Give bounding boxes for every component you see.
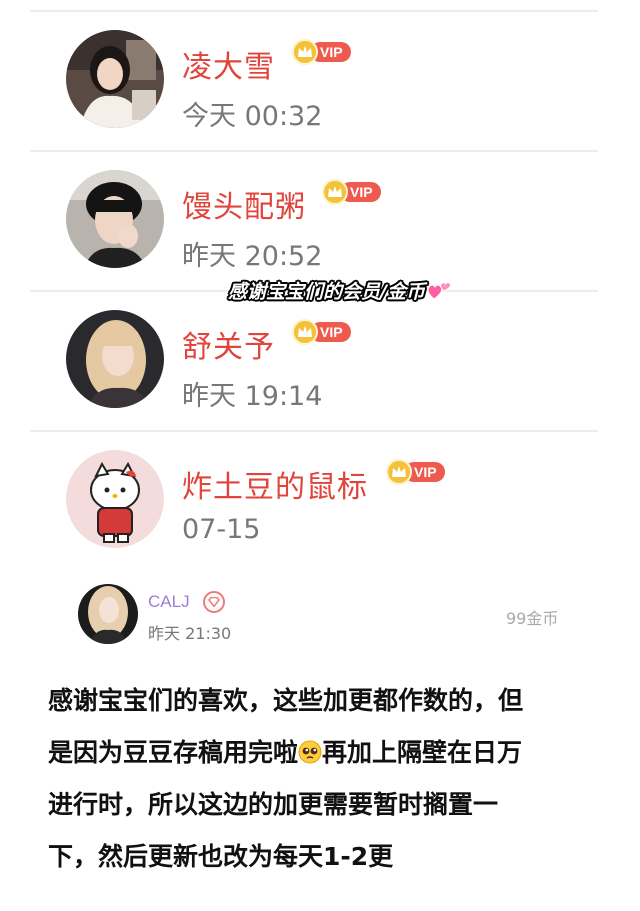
hearts-icon — [427, 279, 453, 306]
divider — [30, 10, 598, 12]
thanks-caption: 感谢宝宝们的会员/金币 — [228, 277, 453, 306]
timestamp: 今天 00:32 — [182, 101, 323, 132]
vip-badge: VIP — [386, 459, 445, 485]
divider — [30, 430, 598, 432]
vip-badge: VIP — [322, 179, 381, 205]
commenter-avatar[interactable] — [78, 584, 138, 644]
member-card-4[interactable]: 炸土豆的鼠标 VIP 07-15 — [30, 430, 598, 570]
username[interactable]: 凌大雪 — [182, 42, 275, 86]
message-line-2a: 是因为豆豆存稿用完啦 — [48, 738, 299, 767]
comment-body: 感谢宝宝们的喜欢，这些加更都作数的，但 是因为豆豆存稿用完啦 再加上隔壁在日万 进… — [48, 675, 608, 883]
message-line-3: 进行时，所以这边的加更需要暂时搁置一 — [48, 790, 499, 819]
username[interactable]: 炸土豆的鼠标 — [182, 462, 368, 506]
avatar[interactable] — [66, 450, 164, 548]
comment-time: 昨天 21:30 — [148, 624, 232, 643]
member-card-1[interactable]: 凌大雪 VIP 今天 00:32 — [30, 10, 598, 150]
caption-text: 感谢宝宝们的会员/金币 — [228, 281, 425, 303]
timestamp: 07-15 — [182, 514, 261, 545]
vip-badge: VIP — [292, 319, 351, 345]
vip-badge: VIP — [292, 39, 351, 65]
crown-icon — [292, 319, 318, 345]
username[interactable]: 舒关予 — [182, 322, 275, 366]
avatar[interactable] — [66, 310, 164, 408]
diamond-badge-icon — [203, 591, 225, 613]
comment-header: CALJ 昨天 21:30 99金币 — [0, 570, 640, 650]
username[interactable]: 馒头配粥 — [182, 182, 306, 226]
avatar[interactable] — [66, 170, 164, 268]
commenter-name[interactable]: CALJ — [148, 592, 190, 612]
timestamp: 昨天 20:52 — [182, 241, 323, 272]
crown-icon — [386, 459, 412, 485]
message-line-4: 下，然后更新也改为每天1-2更 — [48, 842, 394, 871]
timestamp: 昨天 19:14 — [182, 381, 323, 412]
pleading-face-icon — [298, 730, 322, 764]
crown-icon — [292, 39, 318, 65]
member-card-2[interactable]: 馒头配粥 VIP 昨天 20:52 — [30, 150, 598, 290]
message-line-2: 是因为豆豆存稿用完啦 再加上隔壁在日万 — [48, 727, 608, 779]
message-line-2b: 再加上隔壁在日万 — [322, 738, 523, 767]
coin-amount: 99金币 — [506, 609, 559, 628]
member-card-3[interactable]: 舒关予 VIP 昨天 19:14 — [30, 290, 598, 430]
avatar[interactable] — [66, 30, 164, 128]
divider — [30, 150, 598, 152]
message-line-1: 感谢宝宝们的喜欢，这些加更都作数的，但 — [48, 686, 524, 715]
crown-icon — [322, 179, 348, 205]
